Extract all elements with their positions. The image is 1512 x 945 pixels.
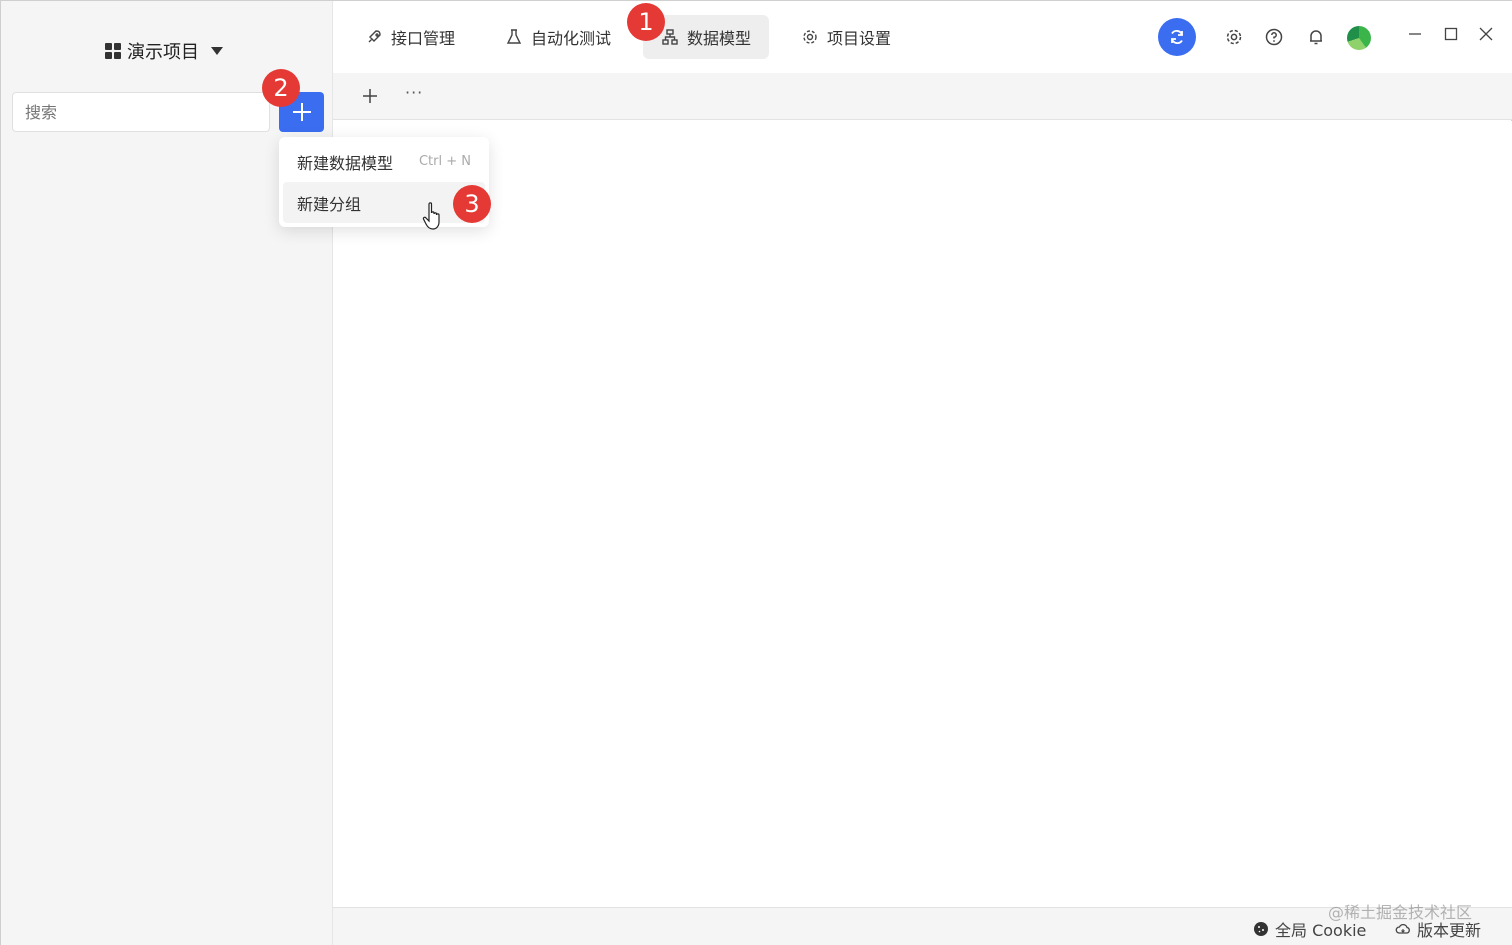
settings-icon[interactable] bbox=[1224, 27, 1244, 47]
main-content bbox=[333, 121, 1512, 907]
tab-api-management[interactable]: 接口管理 bbox=[347, 15, 473, 59]
tab-label: 接口管理 bbox=[391, 29, 456, 48]
global-cookie-button[interactable]: 全局 Cookie bbox=[1253, 917, 1366, 941]
caret-down-icon bbox=[211, 47, 223, 55]
update-label: 版本更新 bbox=[1417, 921, 1482, 940]
cookie-icon bbox=[1254, 922, 1268, 936]
callout-badge-2: 2 bbox=[262, 69, 300, 107]
maximize-icon[interactable] bbox=[1442, 25, 1460, 43]
grid-icon bbox=[105, 43, 121, 59]
tab-automated-testing[interactable]: 自动化测试 bbox=[487, 15, 629, 59]
tab-label: 数据模型 bbox=[687, 29, 752, 48]
callout-badge-1: 1 bbox=[627, 3, 665, 41]
model-icon bbox=[662, 29, 678, 45]
cookie-label: 全局 Cookie bbox=[1275, 921, 1367, 940]
avatar[interactable] bbox=[1347, 26, 1371, 50]
status-bar: @稀土掘金技术社区 全局 Cookie 版本更新 bbox=[333, 903, 1512, 945]
sync-icon bbox=[1171, 30, 1183, 44]
rocket-icon bbox=[368, 30, 381, 43]
project-name: 演示项目 bbox=[127, 42, 199, 63]
tab-label: 自动化测试 bbox=[531, 29, 612, 48]
menu-item-shortcut: Ctrl + N bbox=[418, 154, 471, 169]
tab-project-settings[interactable]: 项目设置 bbox=[783, 15, 909, 59]
more-icon[interactable]: ··· bbox=[405, 83, 423, 102]
tab-label: 项目设置 bbox=[827, 29, 892, 48]
callout-badge-3: 3 bbox=[453, 185, 491, 223]
flask-icon bbox=[506, 29, 522, 44]
help-icon[interactable] bbox=[1264, 27, 1284, 47]
gear-icon bbox=[803, 30, 817, 44]
add-tab-icon[interactable] bbox=[361, 87, 379, 105]
cloud-icon bbox=[1395, 923, 1410, 934]
menu-item-new-data-model[interactable]: 新建数据模型 Ctrl + N bbox=[283, 141, 485, 182]
sync-button[interactable] bbox=[1158, 18, 1196, 56]
search-input[interactable] bbox=[12, 92, 270, 132]
plus-icon bbox=[292, 103, 311, 121]
app-window: 演示项目 新建数据模型 Ctrl + N 新建分组 接口管理 自动化测试 数据模… bbox=[0, 0, 1512, 945]
bell-icon[interactable] bbox=[1306, 27, 1326, 47]
menu-item-label: 新建分组 bbox=[297, 194, 362, 214]
project-switcher[interactable]: 演示项目 bbox=[105, 37, 223, 65]
minimize-icon[interactable] bbox=[1406, 25, 1424, 43]
version-update-button[interactable]: 版本更新 bbox=[1395, 917, 1481, 941]
content-toolbar: ··· bbox=[333, 73, 1512, 120]
top-navigation: 接口管理 自动化测试 数据模型 项目设置 bbox=[333, 1, 1512, 73]
close-icon[interactable] bbox=[1477, 25, 1495, 43]
hand-cursor-icon bbox=[422, 202, 440, 230]
menu-item-label: 新建数据模型 bbox=[297, 153, 394, 173]
